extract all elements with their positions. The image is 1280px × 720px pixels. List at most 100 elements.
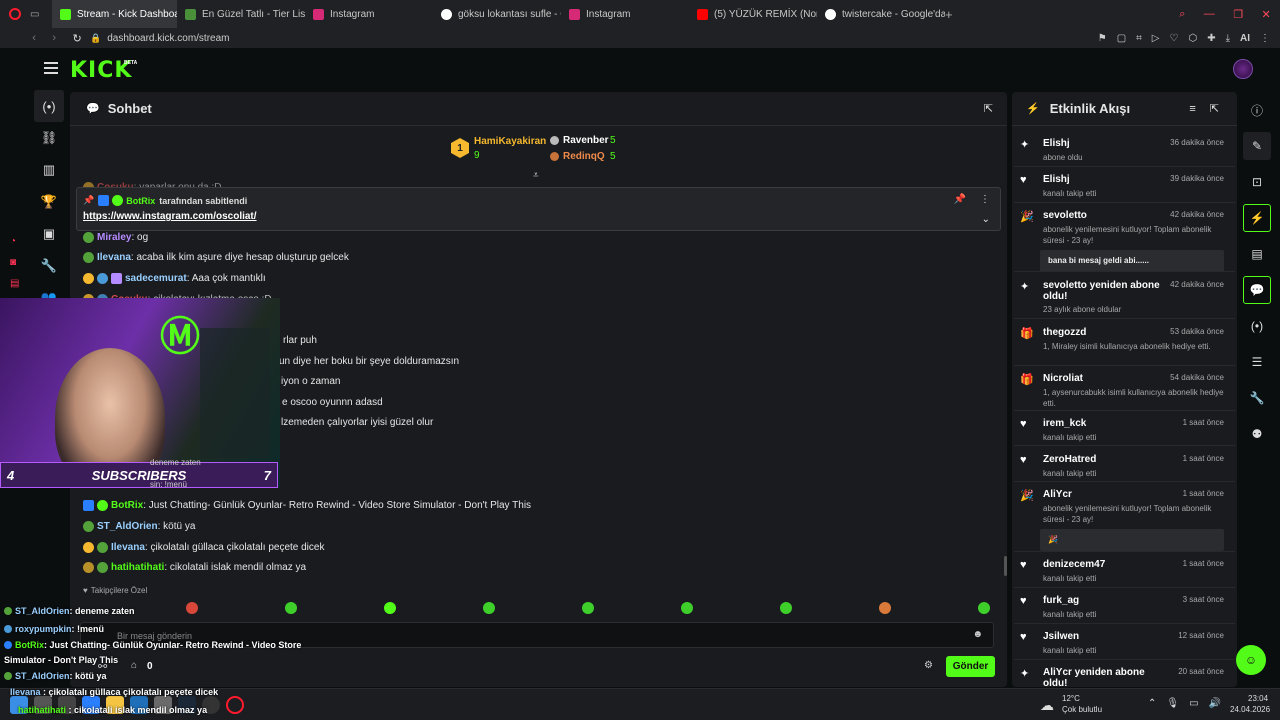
gift-icon: 🎁: [1020, 374, 1034, 386]
event-divider: [1014, 365, 1235, 366]
tab-instagram[interactable]: Instagram: [305, 0, 433, 28]
forward-icon[interactable]: ›: [52, 32, 56, 45]
reload-icon[interactable]: ↻: [73, 32, 82, 45]
overlay-chat-line: ST_AldOrien : kötü ya: [4, 669, 107, 683]
hamburger-menu-icon[interactable]: [44, 62, 58, 74]
pinned-link[interactable]: https://www.instagram.com/oscoliat/: [83, 211, 257, 222]
chat-fragment: sin: !menü: [150, 480, 187, 489]
opera-logo-icon[interactable]: [0, 8, 30, 20]
emote-icon[interactable]: [879, 602, 891, 614]
link-icon[interactable]: ⛓: [34, 122, 64, 154]
video-icon[interactable]: ▣: [34, 218, 64, 250]
event-message: 🎉: [1040, 529, 1224, 551]
user-avatar[interactable]: [1233, 59, 1253, 79]
popout-icon[interactable]: ⇱: [984, 102, 993, 115]
filter-icon[interactable]: ≡: [1189, 103, 1195, 115]
bookmark-icon[interactable]: ⚑: [1098, 33, 1107, 44]
ai-button[interactable]: AI: [1240, 33, 1250, 44]
tab-tier-list[interactable]: En Güzel Tatlı - Tier List, K: [177, 0, 305, 28]
beta-badge: BETA: [124, 60, 138, 66]
tab-google-twistercake[interactable]: twistercake - Google'da A: [817, 0, 945, 28]
analytics-icon[interactable]: ▥: [34, 154, 64, 186]
event-divider: [1014, 551, 1235, 552]
send-button[interactable]: Gönder: [946, 656, 995, 677]
event-time: 1 saat önce: [1182, 454, 1224, 463]
broadcast-icon[interactable]: (•): [34, 90, 64, 122]
search-tabs-icon[interactable]: ⌕: [1179, 8, 1185, 21]
screen-icon[interactable]: ⊡: [1243, 168, 1271, 196]
edit-icon[interactable]: ✎: [1243, 132, 1271, 160]
emote-icon[interactable]: [681, 602, 693, 614]
tab-youtube[interactable]: (5) YÜZÜK REMİX (North): [689, 0, 817, 28]
event-description: abonelik yenilemesini kutluyor! Toplam a…: [1043, 504, 1212, 524]
layout-icon[interactable]: ☰: [1243, 348, 1271, 376]
volume-icon[interactable]: 🔊: [1209, 698, 1221, 709]
new-tab-icon[interactable]: +: [945, 7, 965, 22]
url-field[interactable]: dashboard.kick.com/stream: [107, 33, 229, 44]
chevron-up-icon[interactable]: ⌃: [1148, 698, 1156, 709]
chat-scrollbar[interactable]: [1004, 556, 1007, 576]
microphone-icon[interactable]: 🎙: [1166, 698, 1179, 709]
unpin-icon[interactable]: 📌: [954, 194, 966, 205]
chat-icon[interactable]: ▤: [10, 278, 22, 289]
snapshot-icon[interactable]: ▢: [1117, 33, 1126, 44]
support-chat-button[interactable]: ☺: [1236, 645, 1266, 675]
extensions-icon[interactable]: ✚: [1207, 33, 1215, 44]
camera-icon[interactable]: ◙: [10, 257, 22, 268]
event-message: bana bi mesaj geldi abi......: [1040, 250, 1224, 272]
cube-icon[interactable]: ⬡: [1188, 33, 1197, 44]
wrench-icon[interactable]: 🔧: [34, 250, 64, 282]
heart-icon: ♥: [1020, 559, 1027, 571]
info-icon[interactable]: ⓘ: [1243, 96, 1271, 124]
emote-icon[interactable]: [483, 602, 495, 614]
popout-icon[interactable]: ⇱: [1210, 102, 1219, 115]
back-icon[interactable]: ‹: [32, 32, 36, 45]
crop-icon[interactable]: ⌗: [1136, 33, 1142, 44]
network-icon[interactable]: ▭: [1189, 698, 1198, 709]
chat-toggle-icon[interactable]: 💬: [1243, 276, 1271, 304]
event-description: kanalı takip etti: [1043, 610, 1097, 619]
chat-message: Ilevana: acaba ilk kim aşure diye hesap …: [83, 248, 349, 266]
pinned-message: 📌 BotRix tarafından sabitlendi https://w…: [76, 187, 1001, 231]
pinned-menu-icon[interactable]: ⋮: [980, 194, 990, 205]
clipboard-icon[interactable]: ▤: [1243, 240, 1271, 268]
download-icon[interactable]: ⤓: [1226, 33, 1230, 44]
leaderboard-third-name[interactable]: RedinqQ: [563, 151, 605, 162]
heart-icon[interactable]: ♡: [1169, 33, 1178, 44]
speedometer-icon[interactable]: ◔: [10, 236, 22, 247]
emote-icon[interactable]: [384, 602, 396, 614]
tab-google-search[interactable]: göksu lokantası sufle - Go: [433, 0, 561, 28]
emote-icon[interactable]: [186, 602, 198, 614]
emote-icon[interactable]: [285, 602, 297, 614]
collapse-icon[interactable]: ⩡: [533, 170, 539, 181]
emote-icon[interactable]: [978, 602, 990, 614]
opera-icon[interactable]: [226, 696, 244, 714]
emoji-icon[interactable]: ☻: [972, 629, 983, 640]
youtube-favicon-icon: [697, 8, 708, 20]
minimize-icon[interactable]: —: [1204, 8, 1215, 21]
restore-icon[interactable]: ❐: [1233, 8, 1243, 21]
tab-instagram-2[interactable]: Instagram: [561, 0, 689, 28]
trophy-icon[interactable]: 🏆: [34, 186, 64, 218]
leaderboard-second-name[interactable]: Ravenber: [563, 135, 609, 146]
gift-icon: 🎁: [1020, 328, 1034, 340]
tab-menu-icon[interactable]: ▭: [30, 9, 52, 20]
emote-icon[interactable]: [780, 602, 792, 614]
event-feed-toggle-icon[interactable]: ⚡: [1243, 204, 1271, 232]
expand-chevron-icon[interactable]: ⌄: [982, 214, 990, 225]
close-window-icon[interactable]: ✕: [1262, 8, 1271, 21]
play-icon[interactable]: ▷: [1152, 33, 1160, 44]
heart-icon: ♥: [1020, 454, 1027, 466]
broadcast-icon[interactable]: (•): [1243, 312, 1271, 340]
lock-icon: 🔒: [90, 32, 102, 43]
instagram-favicon-icon: [569, 8, 580, 20]
leaderboard-first-name[interactable]: HamiKayakiran: [474, 136, 546, 147]
tab-kick-dashboard[interactable]: Stream - Kick Dashboard: [52, 0, 177, 28]
menu-dots-icon[interactable]: ⋮: [1260, 33, 1270, 44]
points-icon[interactable]: ⌂: [131, 660, 137, 671]
users-icon[interactable]: ⚉: [1243, 420, 1271, 448]
kick-favicon-icon: [60, 8, 71, 20]
wrench-icon[interactable]: 🔧: [1243, 384, 1271, 412]
settings-gear-icon[interactable]: ⚙: [924, 660, 933, 671]
emote-icon[interactable]: [582, 602, 594, 614]
